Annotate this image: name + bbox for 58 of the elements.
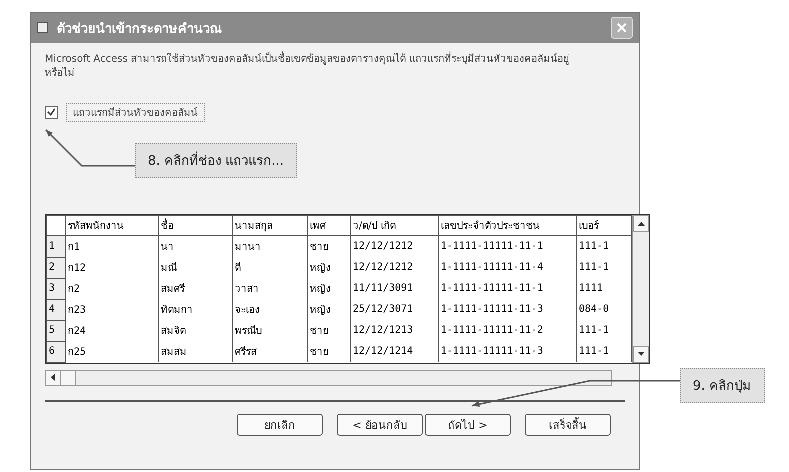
table-cell: ก25 [66, 341, 158, 362]
column-header: ชื่อ [158, 216, 232, 236]
table-cell: 1-1111-11111-11-1 [438, 278, 576, 299]
table-cell: สมจิต [158, 320, 232, 341]
row-number: 5 [46, 320, 66, 341]
column-header: เบอร์ [576, 216, 632, 236]
table-cell: ชาย [308, 320, 350, 341]
row-number: 4 [46, 299, 66, 320]
table-cell: วาสา [232, 278, 308, 299]
table-cell: 1-1111-11111-11-2 [438, 320, 576, 341]
table-cell: มานา [232, 236, 308, 257]
table-cell: ก23 [66, 299, 158, 320]
table-cell: หญิง [308, 299, 350, 320]
table-cell: 1-1111-11111-11-4 [438, 257, 576, 278]
table-cell: ก24 [66, 320, 158, 341]
column-header: ว/ด/ป เกิด [350, 216, 438, 236]
table-cell: สมสม [158, 341, 232, 362]
table-cell: นา [158, 236, 232, 257]
table-cell: หญิง [308, 257, 350, 278]
column-header: เพศ [308, 216, 350, 236]
wizard-button[interactable]: ถัดไป > [425, 414, 511, 436]
window-title: ตัวช่วยนำเข้ากระดาษคำนวณ [57, 20, 223, 38]
row-number: 3 [46, 278, 66, 299]
table-cell: 12/12/1212 [350, 236, 438, 257]
table-cell: 12/12/1212 [350, 257, 438, 278]
row-number: 2 [46, 257, 66, 278]
wizard-button[interactable]: เสร็จสิ้น [525, 414, 611, 436]
column-header: รหัสพนักงาน [66, 216, 158, 236]
table-cell: ดี [232, 257, 308, 278]
intro-text: Microsoft Access สามารถใช้ส่วนหัวของคอลัมน์เป็นชื่อเขตข้อมูลของตารางคุณได้ แถวแรกที่ระบุมีส่วนหัวของคอลัมน์อยู่หรือไม่ [45, 53, 585, 81]
checkbox-label: แถวแรกมีส่วนหัวของคอลัมน์ [66, 103, 205, 122]
table-cell: 1-1111-11111-11-3 [438, 341, 576, 362]
table-cell: ชาย [308, 341, 350, 362]
table-cell: 25/12/3071 [350, 299, 438, 320]
table-cell: พรณีบ [232, 320, 308, 341]
table-cell: 12/12/1213 [350, 320, 438, 341]
table-cell: ชาย [308, 236, 350, 257]
table-cell: ก12 [66, 257, 158, 278]
table-cell: 12/12/1214 [350, 341, 438, 362]
table-cell: 1-1111-11111-11-1 [438, 236, 576, 257]
column-header: เลขประจำตัวประชาชน [438, 216, 576, 236]
table-cell: 1-1111-11111-11-3 [438, 299, 576, 320]
callout-label: 9. คลิกปุ่ม [680, 368, 765, 403]
table-cell: ทิดมกา [158, 299, 232, 320]
table-cell: จะเอง [232, 299, 308, 320]
row-number: 1 [46, 236, 66, 257]
table-cell: ก1 [66, 236, 158, 257]
wizard-button[interactable]: < ย้อนกลับ [337, 414, 423, 436]
column-header: นามสกุล [232, 216, 308, 236]
wizard-button[interactable]: ยกเลิก [237, 414, 323, 436]
table-cell: หญิง [308, 278, 350, 299]
row-number: 6 [46, 341, 66, 362]
table-cell: ศรีรส [232, 341, 308, 362]
table-cell: 11/11/3091 [350, 278, 438, 299]
table-cell: มณี [158, 257, 232, 278]
callout-label: 8. คลิกที่ช่อง แถวแรก... [135, 143, 298, 178]
table-cell: สมศรี [158, 278, 232, 299]
table-cell: ก2 [66, 278, 158, 299]
